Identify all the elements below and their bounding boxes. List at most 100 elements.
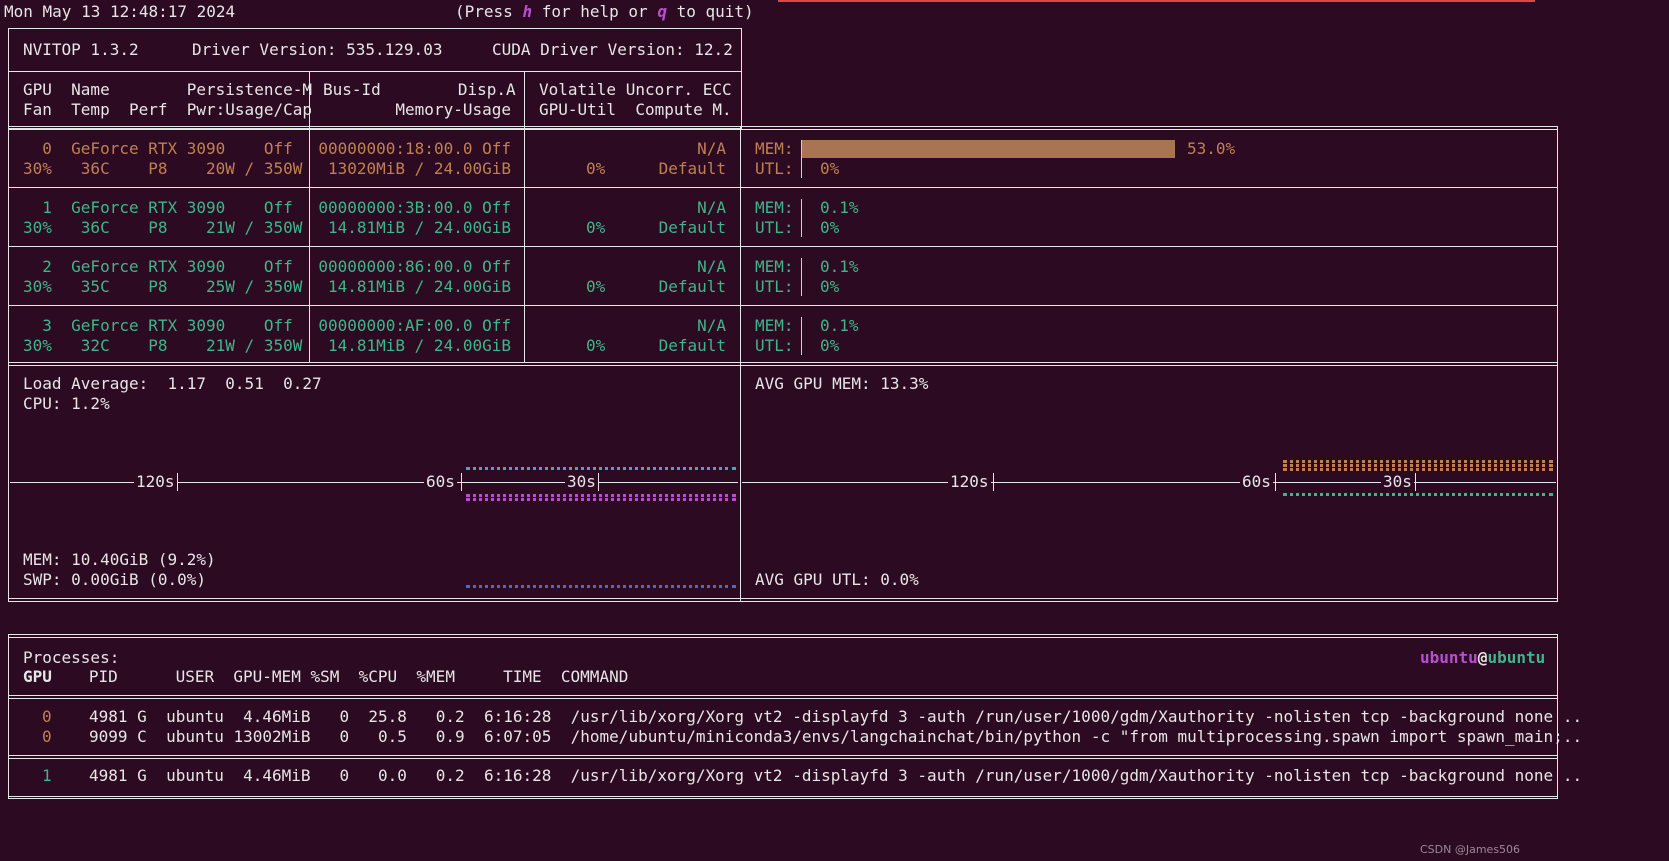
gpu-mem-pct: 0.1% (820, 316, 859, 335)
gpu-utl-pct: 0% (820, 159, 840, 178)
quit-key[interactable]: q (657, 2, 667, 21)
divider (8, 758, 1558, 759)
divider (8, 365, 1558, 366)
mem-history-line (466, 494, 736, 497)
divider (8, 698, 1558, 699)
divider (8, 637, 1558, 638)
load-average: Load Average: 1.17 0.51 0.27 (23, 374, 322, 393)
gpu-utl-label: UTL: (755, 336, 794, 355)
host-axis-120s: 120s (134, 472, 177, 492)
gpu-memory-usage: 14.81MiB / 24.00GiB (327, 336, 511, 355)
divider (8, 187, 1558, 188)
cuda-version: CUDA Driver Version: 12.2 (492, 40, 733, 59)
col-header-gpu-1: GPU Name Persistence-M (23, 80, 312, 99)
divider (8, 305, 1558, 306)
host-time-axis (10, 482, 738, 483)
help-key[interactable]: h (522, 2, 532, 21)
gpu-bar-axis (801, 317, 802, 355)
gpu-mem-label: MEM: (755, 316, 794, 335)
gpu-compute-mode: Default (658, 277, 726, 296)
nvitop-version: NVITOP 1.3.2 (23, 40, 139, 59)
gpu-row-stats[interactable]: 30% 36C P8 20W / 350W (23, 159, 302, 179)
gpu-mem-pct: 0.1% (820, 198, 859, 217)
avg-gpu-mem: AVG GPU MEM: 13.3% (755, 374, 929, 393)
processes-title: Processes: (23, 648, 120, 667)
driver-version: Driver Version: 535.129.03 (192, 40, 443, 59)
gpu-bus-id: 00000000:3B:00.0 Off (318, 198, 511, 217)
process-gpu-index[interactable]: 0 (42, 707, 52, 727)
divider (8, 598, 1558, 599)
gpu-mem-pct: 53.0% (1187, 139, 1236, 158)
host-swap: SWP: 0.00GiB (0.0%) (23, 570, 207, 589)
col-header-ecc-1: Volatile Uncorr. ECC (539, 80, 732, 99)
mem-history-line (466, 498, 736, 501)
gpu-axis-120s: 120s (948, 472, 991, 492)
proc-header-rest: PID USER GPU-MEM %SM %CPU %MEM TIME COMM… (60, 667, 629, 686)
gpu-row-stats[interactable]: 30% 36C P8 21W / 350W (23, 218, 302, 238)
help-mid: for help or (532, 2, 658, 21)
gpu-bar-axis (801, 258, 802, 296)
tick (177, 473, 178, 491)
col-header-bus-2: Memory-Usage (395, 100, 511, 119)
gpu-mem-label: MEM: (755, 257, 794, 276)
process-gpu-index[interactable]: 0 (42, 727, 52, 747)
gpu-mem-label: MEM: (755, 198, 794, 217)
divider (8, 755, 1558, 756)
tick (993, 473, 994, 491)
gpu-compute-mode: Default (658, 336, 726, 355)
gpu-bar-axis (801, 199, 802, 237)
gpu-mem-pct: 0.1% (820, 257, 859, 276)
help-suffix: to quit) (666, 2, 754, 21)
help-hint: (Press h for help or q to quit) (455, 2, 754, 22)
gpu-utl-label: UTL: (755, 277, 794, 296)
gpu-row-name[interactable]: 1 GeForce RTX 3090 Off (23, 198, 292, 218)
gpu-utl-pct: 0% (820, 218, 840, 237)
gpu-row-name[interactable]: 0 GeForce RTX 3090 Off (23, 139, 292, 159)
gpu-row-stats[interactable]: 30% 32C P8 21W / 350W (23, 336, 302, 356)
gpu-utl-label: UTL: (755, 159, 794, 178)
gpu-bus-id: 00000000:AF:00.0 Off (318, 316, 511, 335)
gpu-bus-id: 00000000:18:00.0 Off (318, 139, 511, 158)
hostname: ubuntu (1487, 648, 1546, 667)
gpu-utl-pct: 0% (820, 336, 840, 355)
divider (8, 246, 1558, 247)
top-accent-line (778, 0, 1535, 2)
divider (8, 796, 1558, 797)
process-gpu-index[interactable]: 1 (42, 766, 52, 786)
gpu-memory-usage: 13020MiB / 24.00GiB (327, 159, 511, 178)
host-memory: MEM: 10.40GiB (9.2%) (23, 550, 216, 569)
process-row[interactable]: 4981 G ubuntu 4.46MiB 0 0.0 0.2 6:16:28 … (89, 766, 1582, 786)
gpu-row-name[interactable]: 3 GeForce RTX 3090 Off (23, 316, 292, 336)
host-axis-60s: 60s (424, 472, 457, 492)
cpu-history-line (466, 467, 736, 470)
tick (1415, 473, 1416, 491)
datetime: Mon May 13 12:48:17 2024 (4, 2, 236, 21)
gpu-compute-mode: Default (658, 159, 726, 178)
swap-history-line (466, 585, 736, 588)
gpu-row-name[interactable]: 2 GeForce RTX 3090 Off (23, 257, 292, 277)
gpu-utl-pct: 0% (820, 277, 840, 296)
cpu-usage: CPU: 1.2% (23, 394, 110, 413)
gpu-row-stats[interactable]: 30% 35C P8 25W / 350W (23, 277, 302, 297)
divider (740, 126, 741, 363)
col-header-gpu-2: Fan Temp Perf Pwr:Usage/Cap (23, 100, 312, 119)
gpu-bus-id: 00000000:86:00.0 Off (318, 257, 511, 276)
col-header-ecc-2: GPU-Util Compute M. (539, 100, 732, 119)
gpu-utl-history-line (1283, 493, 1553, 496)
process-row[interactable]: 9099 C ubuntu 13002MiB 0 0.5 0.9 6:07:05… (89, 727, 1582, 747)
gpu-mem-bar (802, 140, 1175, 158)
tick (1275, 473, 1276, 491)
divider (740, 362, 741, 602)
gpu-mem-history-line (1283, 460, 1553, 463)
divider (8, 695, 1558, 696)
gpu-mem-history-line (1283, 468, 1553, 471)
process-row[interactable]: 4981 G ubuntu 4.46MiB 0 25.8 0.2 6:16:28… (89, 707, 1582, 727)
tick (598, 473, 599, 491)
divider (8, 129, 1558, 130)
gpu-axis-30s: 30s (1381, 472, 1414, 492)
gpu-time-axis (742, 482, 1556, 483)
help-prefix: (Press (455, 2, 523, 21)
avg-gpu-utl: AVG GPU UTL: 0.0% (755, 570, 919, 589)
gpu-ecc: N/A (697, 316, 726, 335)
gpu-memory-usage: 14.81MiB / 24.00GiB (327, 277, 511, 296)
